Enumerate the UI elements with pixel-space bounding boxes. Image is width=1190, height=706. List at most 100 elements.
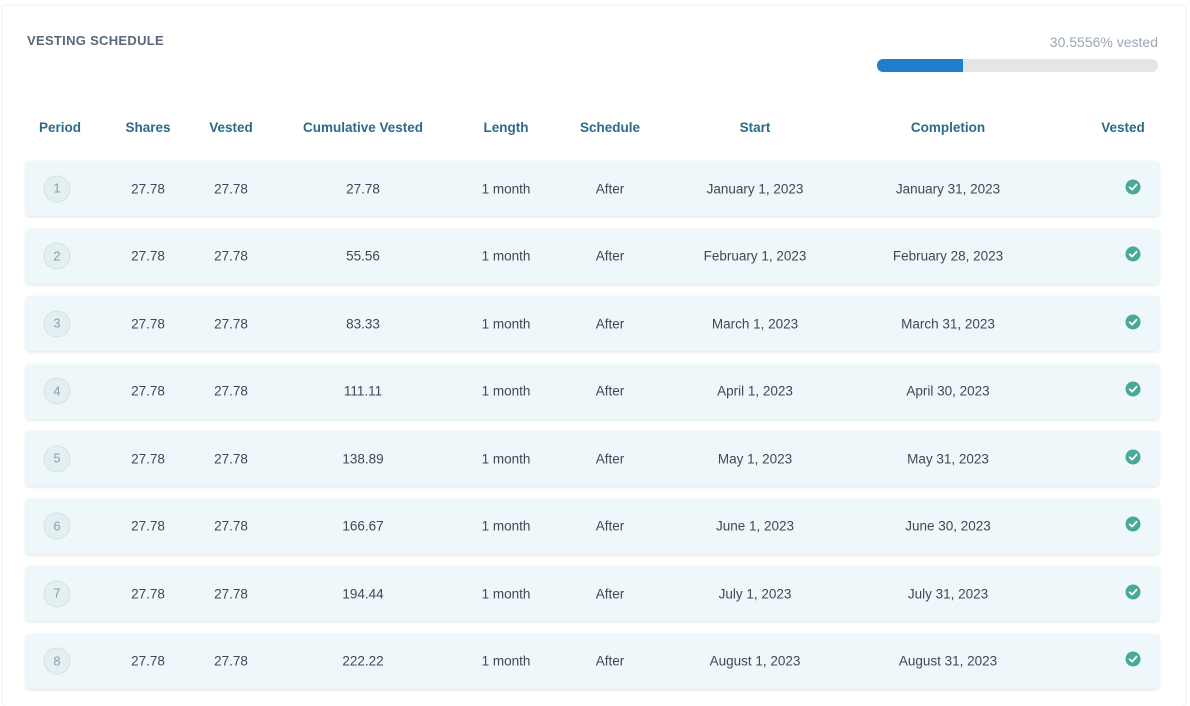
- length-cell: 1 month: [481, 316, 531, 331]
- check-circle-icon: [1125, 179, 1141, 195]
- vested-status-cell: [1125, 314, 1141, 330]
- start-cell: January 1, 2023: [706, 181, 804, 196]
- schedule-cell: After: [595, 518, 625, 534]
- shares-cell: 27.78: [131, 586, 165, 601]
- vested-status-cell: [1125, 449, 1141, 465]
- start-cell: February 1, 2023: [703, 248, 807, 264]
- cumulative-vested-cell: 166.67: [342, 518, 384, 534]
- length-cell: 1 month: [481, 383, 531, 399]
- period-cell: 6: [43, 512, 71, 540]
- schedule-cell: After: [595, 383, 625, 399]
- schedule-cell: After: [595, 316, 625, 331]
- shares-cell: 27.78: [131, 383, 165, 399]
- col-header-shares[interactable]: Shares: [125, 120, 170, 135]
- period-badge: 3: [43, 310, 71, 337]
- check-circle-icon: [1125, 449, 1141, 465]
- check-circle-icon: [1125, 516, 1141, 532]
- period-cell: 8: [43, 647, 71, 675]
- period-cell: 1: [43, 175, 71, 202]
- shares-cell: 27.78: [131, 181, 165, 196]
- table-row[interactable]: 2 27.78 27.78 55.56 1 month After Februa…: [26, 228, 1159, 284]
- length-cell: 1 month: [481, 248, 531, 264]
- completion-cell: April 30, 2023: [906, 383, 990, 399]
- shares-cell: 27.78: [131, 248, 165, 264]
- check-circle-icon: [1125, 314, 1141, 330]
- completion-cell: February 28, 2023: [892, 248, 1004, 264]
- shares-cell: 27.78: [131, 653, 165, 669]
- vested-cell: 27.78: [214, 383, 248, 399]
- period-cell: 2: [43, 242, 71, 270]
- completion-cell: July 31, 2023: [907, 586, 989, 601]
- check-circle-icon: [1125, 651, 1141, 667]
- period-badge: 5: [43, 445, 71, 472]
- start-cell: July 1, 2023: [718, 586, 792, 601]
- col-header-vested[interactable]: Vested: [209, 120, 253, 135]
- schedule-cell: After: [595, 586, 625, 601]
- period-badge: 1: [43, 175, 71, 202]
- table-row[interactable]: 1 27.78 27.78 27.78 1 month After Januar…: [26, 161, 1159, 216]
- period-cell: 4: [43, 377, 71, 405]
- start-cell: August 1, 2023: [709, 653, 801, 669]
- vested-status-cell: [1125, 179, 1141, 195]
- vesting-schedule-card: VESTING SCHEDULE 30.5556% vested Period …: [3, 6, 1185, 706]
- period-badge: 4: [43, 377, 71, 405]
- col-header-completion[interactable]: Completion: [911, 120, 985, 135]
- table-row[interactable]: 6 27.78 27.78 166.67 1 month After June …: [26, 498, 1159, 554]
- table-row[interactable]: 3 27.78 27.78 83.33 1 month After March …: [26, 296, 1159, 351]
- completion-cell: May 31, 2023: [907, 451, 989, 466]
- col-header-start[interactable]: Start: [740, 120, 771, 135]
- cumulative-vested-cell: 194.44: [342, 586, 384, 601]
- completion-cell: August 31, 2023: [898, 653, 998, 669]
- period-badge: 7: [43, 580, 71, 607]
- vested-status-cell: [1125, 651, 1141, 667]
- period-cell: 5: [43, 445, 71, 472]
- col-header-length[interactable]: Length: [484, 120, 529, 135]
- period-badge: 2: [43, 242, 71, 270]
- shares-cell: 27.78: [131, 316, 165, 331]
- cumulative-vested-cell: 27.78: [346, 181, 380, 196]
- start-cell: May 1, 2023: [717, 451, 793, 466]
- shares-cell: 27.78: [131, 518, 165, 534]
- section-title: VESTING SCHEDULE: [27, 33, 164, 48]
- col-header-vested-status[interactable]: Vested: [1101, 120, 1145, 135]
- vested-status-cell: [1125, 584, 1141, 600]
- vested-cell: 27.78: [214, 316, 248, 331]
- check-circle-icon: [1125, 584, 1141, 600]
- completion-cell: January 31, 2023: [895, 181, 1001, 196]
- table-row[interactable]: 4 27.78 27.78 111.11 1 month After April…: [26, 363, 1159, 419]
- length-cell: 1 month: [481, 181, 531, 196]
- start-cell: April 1, 2023: [717, 383, 793, 399]
- vested-cell: 27.78: [214, 248, 248, 264]
- completion-cell: March 31, 2023: [901, 316, 995, 331]
- schedule-cell: After: [595, 248, 625, 264]
- vested-cell: 27.78: [214, 181, 248, 196]
- schedule-cell: After: [595, 181, 625, 196]
- table-row[interactable]: 7 27.78 27.78 194.44 1 month After July …: [26, 566, 1159, 621]
- cumulative-vested-cell: 55.56: [346, 248, 380, 264]
- vested-cell: 27.78: [214, 518, 248, 534]
- period-cell: 7: [43, 580, 71, 607]
- vested-status-cell: [1125, 516, 1141, 532]
- completion-cell: June 30, 2023: [905, 518, 991, 534]
- check-circle-icon: [1125, 381, 1141, 397]
- table-row[interactable]: 8 27.78 27.78 222.22 1 month After Augus…: [26, 633, 1159, 689]
- schedule-cell: After: [595, 451, 625, 466]
- table-row[interactable]: 5 27.78 27.78 138.89 1 month After May 1…: [26, 431, 1159, 486]
- cumulative-vested-cell: 111.11: [343, 383, 383, 399]
- col-header-cumulative-vested[interactable]: Cumulative Vested: [303, 120, 423, 135]
- cumulative-vested-cell: 222.22: [342, 653, 384, 669]
- table-body: 1 27.78 27.78 27.78 1 month After Januar…: [26, 161, 1159, 701]
- length-cell: 1 month: [481, 653, 531, 669]
- length-cell: 1 month: [481, 451, 531, 466]
- cumulative-vested-cell: 138.89: [342, 451, 384, 466]
- progress-bar-fill: [877, 59, 963, 72]
- col-header-schedule[interactable]: Schedule: [580, 120, 640, 135]
- progress-bar: [877, 59, 1158, 72]
- progress-label: 30.5556% vested: [1049, 34, 1158, 50]
- vested-status-cell: [1125, 381, 1141, 397]
- start-cell: March 1, 2023: [711, 316, 799, 331]
- vested-cell: 27.78: [214, 451, 248, 466]
- length-cell: 1 month: [481, 518, 531, 534]
- col-header-period[interactable]: Period: [39, 120, 81, 135]
- schedule-cell: After: [595, 653, 625, 669]
